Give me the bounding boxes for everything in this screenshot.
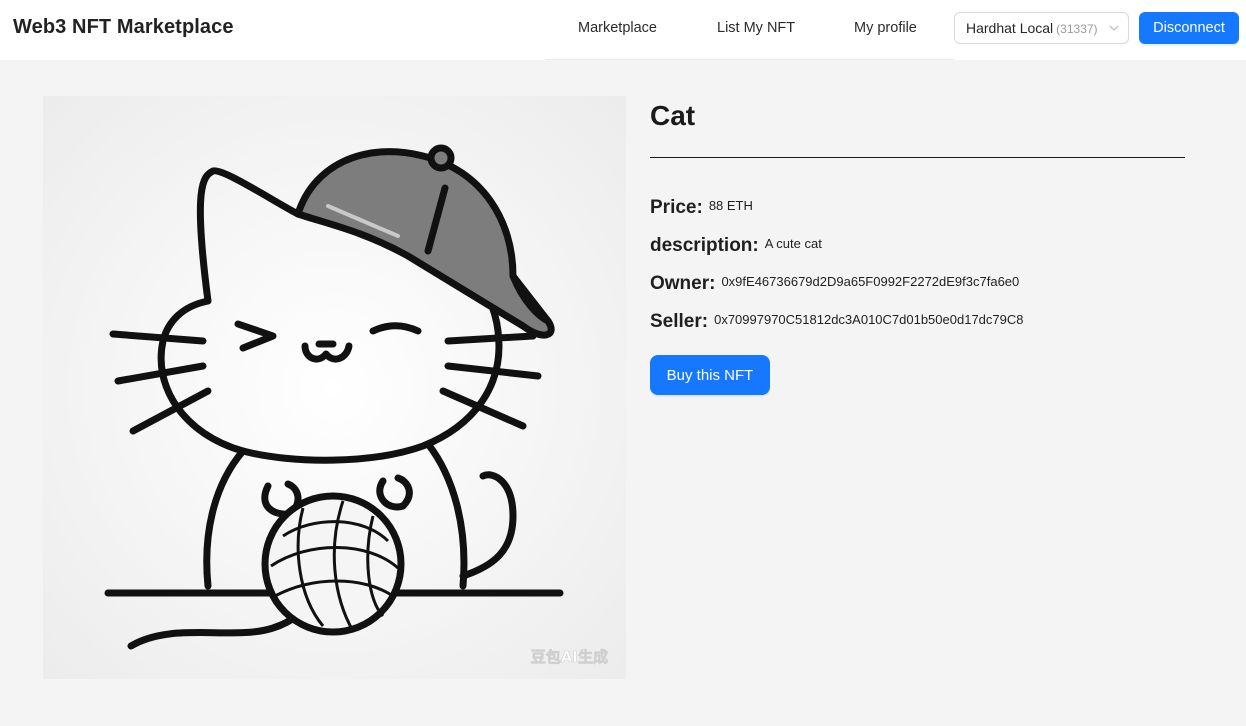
seller-row: Seller: 0x70997970C51812dc3A010C7d01b50e0… bbox=[650, 311, 1023, 333]
network-select[interactable]: Hardhat Local (31337) bbox=[954, 12, 1129, 44]
description-row: description: A cute cat bbox=[650, 235, 822, 257]
network-chain-id: (31337) bbox=[1056, 22, 1098, 36]
title-divider bbox=[650, 157, 1185, 158]
chevron-down-icon bbox=[1109, 25, 1119, 31]
seller-address: 0x70997970C51812dc3A010C7d01b50e0d17dc79… bbox=[714, 312, 1024, 327]
nft-image: 豆包AI生成 bbox=[43, 96, 626, 679]
nav-my-profile[interactable]: My profile bbox=[854, 20, 917, 36]
description-label: description: bbox=[650, 235, 759, 256]
disconnect-button[interactable]: Disconnect bbox=[1139, 12, 1239, 44]
nft-title: Cat bbox=[650, 100, 696, 131]
owner-address: 0x9fE46736679d2D9a65F0992F2272dE9f3c7fa6… bbox=[721, 274, 1020, 289]
cat-illustration: 豆包AI生成 bbox=[43, 96, 626, 679]
description-value: A cute cat bbox=[764, 236, 822, 251]
brand-title: Web3 NFT Marketplace bbox=[13, 16, 234, 38]
image-watermark: 豆包AI生成 bbox=[531, 648, 608, 666]
owner-row: Owner: 0x9fE46736679d2D9a65F0992F2272dE9f… bbox=[650, 273, 1019, 295]
price-label: Price: bbox=[650, 197, 703, 218]
network-name: Hardhat Local bbox=[966, 20, 1054, 36]
seller-label: Seller: bbox=[650, 311, 709, 332]
main-nav: Marketplace List My NFT My profile bbox=[545, 0, 954, 60]
app-header: Web3 NFT Marketplace Marketplace List My… bbox=[0, 0, 1246, 60]
nav-marketplace[interactable]: Marketplace bbox=[578, 20, 657, 36]
buy-nft-button[interactable]: Buy this NFT bbox=[650, 355, 770, 395]
price-value: 88 ETH bbox=[708, 198, 753, 213]
price-row: Price: 88 ETH bbox=[650, 197, 753, 219]
nav-list-my-nft[interactable]: List My NFT bbox=[717, 20, 795, 36]
owner-label: Owner: bbox=[650, 273, 716, 294]
